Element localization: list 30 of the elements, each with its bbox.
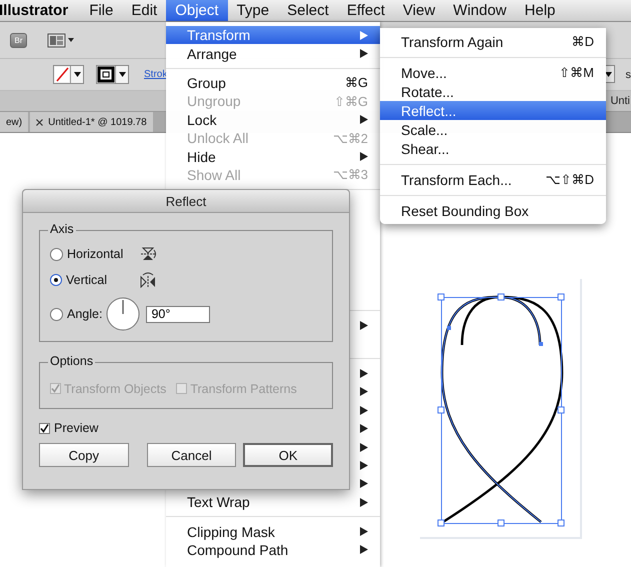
menu-item-label: Rotate... <box>401 84 454 100</box>
menu-item-label: Reset Bounding Box <box>401 202 529 218</box>
menu-item-label: Reflect... <box>401 102 456 118</box>
menu-item-label: Transform Each... <box>401 172 512 188</box>
menu-item-label: Transform <box>187 27 250 44</box>
menu-item-label: Arrange <box>187 46 237 62</box>
shortcut-label: ⌥⌘3 <box>332 167 368 182</box>
menu-item-label: Unlock All <box>187 130 248 146</box>
shortcut-label: ⌥⌘2 <box>332 130 368 146</box>
menu-item-label: Scale... <box>401 122 448 138</box>
shortcut-label: ⌘D <box>572 34 594 49</box>
dialog-title: Reflect <box>23 190 349 213</box>
menu-item-label: Show All <box>187 166 241 183</box>
menu-item-label: Transform Again <box>401 34 504 50</box>
group-legend: Axis <box>48 222 76 236</box>
shortcut-label: ⌘G <box>344 75 368 90</box>
shortcut-label: ⇧⌘G <box>334 94 368 109</box>
menu-item-label: Hide <box>187 148 216 165</box>
shortcut-label: ⇧⌘M <box>559 65 594 80</box>
menu-item-label: Clipping Mask <box>187 524 275 540</box>
control-label: s <box>626 68 631 80</box>
shortcut-label: ⌥⇧⌘D <box>546 172 594 187</box>
menu-item-label: Compound Path <box>187 542 288 558</box>
menu-item-label: Ungroup <box>187 93 241 110</box>
menu-item-label: Group <box>187 74 226 91</box>
menu-item-label: Move... <box>401 64 447 80</box>
menu-item-label: Lock <box>187 112 217 128</box>
menu-item-label: Shear... <box>401 140 450 156</box>
menu-item-label: Text Wrap <box>187 494 250 510</box>
group-legend: Options <box>48 354 96 368</box>
